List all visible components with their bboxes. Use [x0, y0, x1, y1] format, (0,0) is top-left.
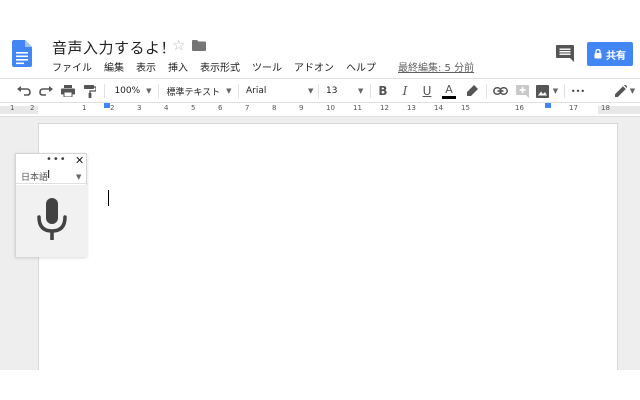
text-color-label: A — [445, 82, 453, 96]
separator — [238, 84, 239, 98]
zoom-select[interactable]: 100% ▼ — [112, 79, 154, 103]
ruler-number: 1 — [82, 104, 87, 112]
ruler[interactable]: 1 2 1 2 3 4 5 6 7 8 9 10 11 12 13 14 15 … — [0, 103, 640, 117]
ruler-number: 10 — [326, 104, 335, 112]
share-label: 共有 — [606, 50, 626, 62]
comment-icon[interactable] — [556, 45, 574, 62]
microphone-icon[interactable] — [36, 198, 68, 242]
pencil-icon — [614, 85, 627, 97]
font-select[interactable]: Arial ▼ — [246, 79, 314, 103]
ruler-number: 17 — [569, 104, 578, 112]
right-indent-marker[interactable] — [545, 103, 551, 108]
ruler-number: 4 — [164, 104, 169, 112]
highlighter-icon[interactable] — [462, 79, 482, 103]
last-edit-link[interactable]: 最終編集: 5 分前 — [398, 59, 474, 74]
ruler-number: 15 — [461, 104, 470, 112]
ruler-number: 6 — [218, 104, 223, 112]
document-canvas — [0, 117, 640, 383]
menu-insert[interactable]: 挿入 — [168, 59, 188, 74]
ruler-number: 11 — [353, 104, 362, 112]
voice-typing-panel: ••• ✕ 日本語 I ▼ — [15, 153, 88, 257]
ruler-number: 13 — [407, 104, 416, 112]
ruler-number: 16 — [515, 104, 524, 112]
more-button[interactable]: ••• — [568, 79, 588, 103]
chevron-down-icon: ▼ — [226, 87, 232, 95]
bold-button[interactable]: B — [374, 79, 392, 103]
menu-edit[interactable]: 編集 — [104, 59, 124, 74]
doc-logo-icon[interactable] — [12, 40, 32, 67]
insert-image-button[interactable]: ▼ — [534, 79, 560, 103]
menu-tools[interactable]: ツール — [252, 59, 282, 74]
print-icon[interactable] — [58, 79, 78, 103]
toolbar: 100% ▼ 標準テキスト ▼ Arial ▼ 13 ▼ B I U A ▼ ••• ▼ — [0, 78, 640, 103]
menu-bar: ファイル 編集 表示 挿入 表示形式 ツール アドオン ヘルプ 最終編集: 5 … — [52, 59, 474, 74]
redo-icon[interactable] — [36, 79, 56, 103]
star-icon[interactable]: ☆ — [172, 36, 185, 54]
paint-format-icon[interactable] — [80, 79, 100, 103]
font-size-select[interactable]: 13 ▼ — [326, 79, 366, 103]
undo-icon[interactable] — [14, 79, 34, 103]
voice-typing-header[interactable]: ••• ✕ — [16, 154, 88, 168]
ruler-number: 5 — [191, 104, 196, 112]
document-title[interactable]: 音声入力するよ！ — [52, 37, 176, 58]
ruler-number: 18 — [601, 104, 610, 112]
editing-mode-button[interactable]: ▼ — [612, 79, 638, 103]
ruler-number: 3 — [137, 104, 142, 112]
image-icon — [535, 84, 549, 98]
language-value: 日本語 — [21, 173, 49, 183]
underline-button[interactable]: U — [418, 79, 436, 103]
ruler-number: 1 — [10, 104, 15, 112]
chevron-down-icon: ▼ — [358, 87, 364, 95]
text-color-button[interactable]: A — [440, 79, 458, 103]
ruler-number: 2 — [30, 104, 35, 112]
microphone-area[interactable] — [16, 185, 88, 257]
menu-help[interactable]: ヘルプ — [346, 59, 376, 74]
separator — [104, 84, 105, 98]
more-icon[interactable]: ••• — [46, 154, 67, 166]
text-cursor — [108, 190, 109, 206]
lock-icon — [594, 49, 602, 59]
add-comment-icon[interactable] — [512, 79, 532, 103]
chevron-down-icon: ▼ — [629, 87, 636, 95]
chevron-down-icon: ▼ — [76, 173, 82, 181]
bottom-area — [0, 370, 640, 400]
separator — [486, 84, 487, 98]
italic-button[interactable]: I — [396, 79, 414, 103]
ruler-number: 9 — [299, 104, 304, 112]
ruler-number: 2 — [110, 104, 115, 112]
ruler-number: 8 — [272, 104, 277, 112]
language-select[interactable]: 日本語 I ▼ — [16, 168, 88, 184]
document-page[interactable] — [38, 123, 618, 383]
zoom-value: 100% — [114, 86, 141, 96]
link-icon[interactable] — [490, 79, 510, 103]
separator — [318, 84, 319, 98]
ruler-number: 14 — [434, 104, 443, 112]
separator — [158, 84, 159, 98]
separator — [370, 84, 371, 98]
chevron-down-icon: ▼ — [552, 87, 559, 95]
menu-format[interactable]: 表示形式 — [200, 59, 240, 74]
mouse-cursor-ibeam: I — [47, 168, 51, 181]
chevron-down-icon: ▼ — [308, 87, 314, 95]
text-color-swatch — [442, 95, 456, 99]
menu-view[interactable]: 表示 — [136, 59, 156, 74]
chevron-down-icon: ▼ — [146, 87, 152, 95]
paragraph-style-select[interactable]: 標準テキスト ▼ — [166, 79, 232, 103]
font-size-value: 13 — [326, 86, 338, 96]
font-value: Arial — [246, 86, 267, 96]
app-header: 音声入力するよ！ ☆ ファイル 編集 表示 挿入 表示形式 ツール アドオン ヘ… — [0, 0, 640, 78]
ruler-number: 12 — [380, 104, 389, 112]
ruler-number: 7 — [245, 104, 250, 112]
menu-file[interactable]: ファイル — [52, 59, 92, 74]
share-button[interactable]: 共有 — [587, 42, 633, 66]
close-icon[interactable]: ✕ — [75, 154, 84, 167]
separator — [564, 84, 565, 98]
paragraph-style-value: 標準テキスト — [166, 87, 221, 98]
menu-addons[interactable]: アドオン — [294, 59, 334, 74]
folder-icon[interactable] — [192, 40, 206, 51]
